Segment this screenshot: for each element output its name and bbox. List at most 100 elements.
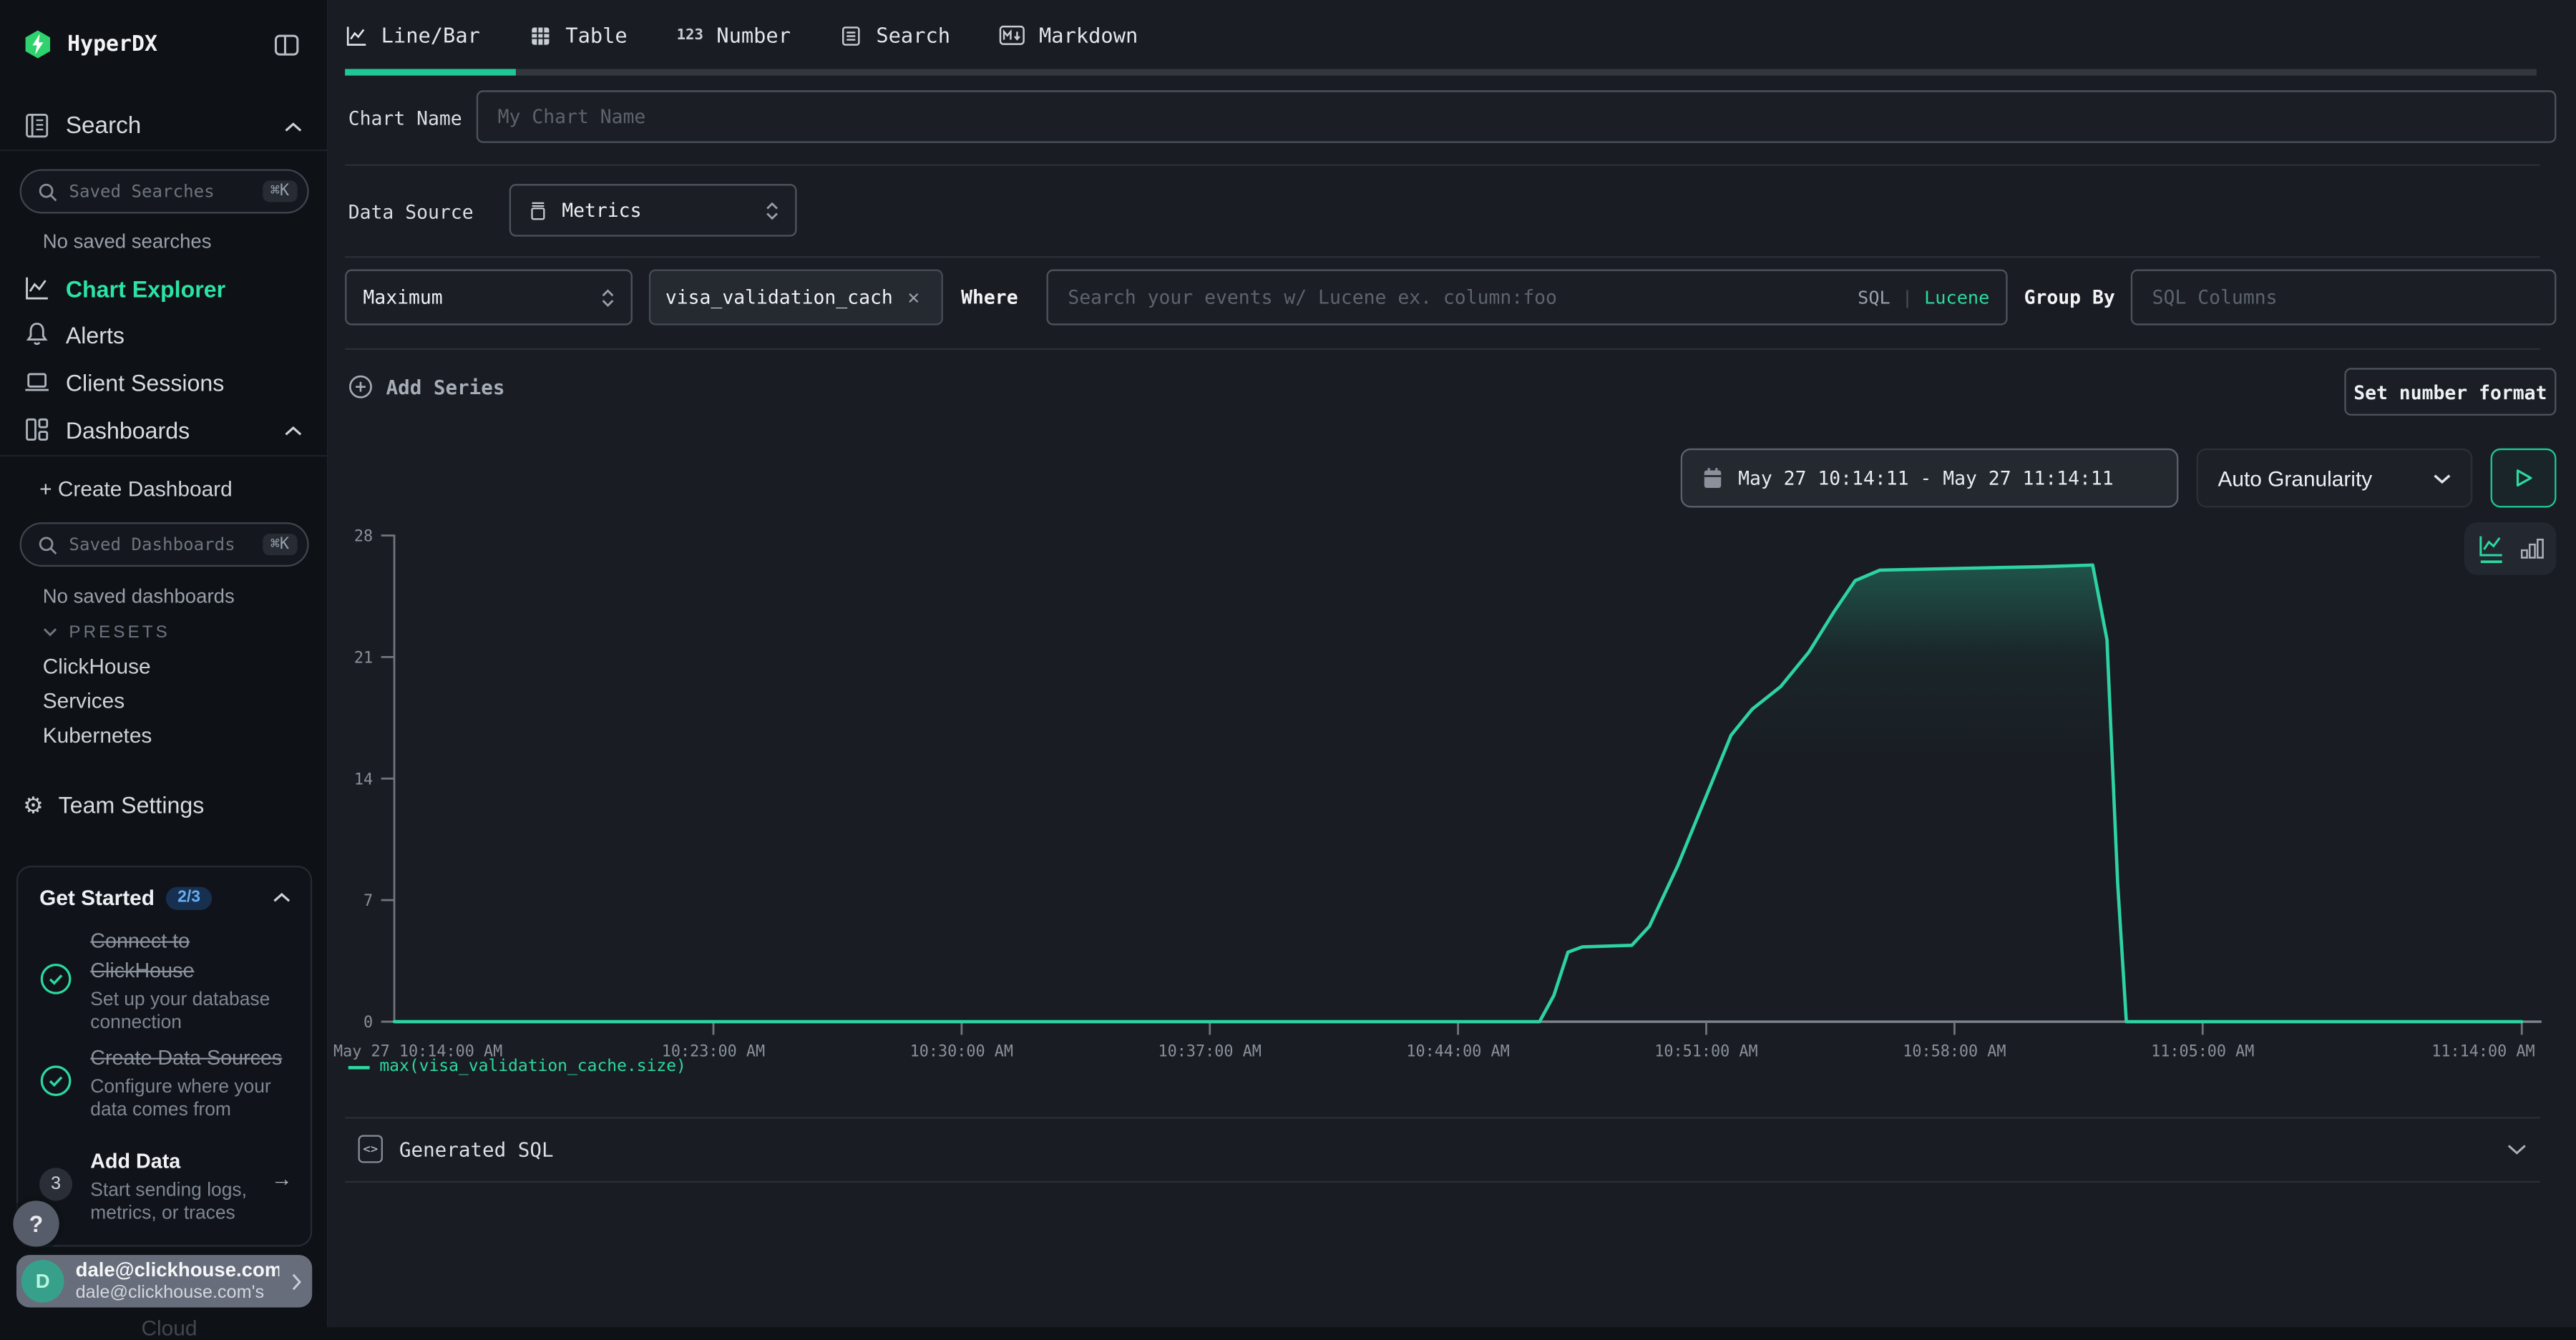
check-circle-icon — [39, 1043, 72, 1123]
chevron-up-icon[interactable] — [284, 122, 302, 133]
arrow-right-icon: → — [271, 1147, 293, 1227]
user-team: dale@clickhouse.com's — [76, 1283, 280, 1303]
step-subtitle: Configure where your data comes from — [90, 1076, 292, 1124]
tab-number[interactable]: 123 Number — [677, 23, 791, 47]
where-input-wrap: SQL | Lucene — [1047, 270, 2008, 326]
active-tab-indicator — [345, 69, 516, 74]
chevron-down-icon — [2507, 1143, 2527, 1155]
dashboards-icon — [23, 416, 51, 444]
lucene-mode-toggle[interactable]: Lucene — [1924, 287, 1989, 308]
user-menu[interactable]: D dale@clickhouse.com dale@clickhouse.co… — [16, 1255, 312, 1307]
create-dashboard-button[interactable]: + Create Dashboard — [39, 476, 233, 501]
step-title: Connect to ClickHouse — [90, 929, 194, 982]
tab-label: Number — [716, 23, 791, 47]
preset-kubernetes[interactable]: Kubernetes — [43, 723, 152, 747]
generated-sql-toggle[interactable]: <> Generated SQL — [345, 1117, 2540, 1181]
sidebar: HyperDX Search Saved Searches ⌘K No save… — [0, 0, 328, 1327]
svg-text:10:58:00 AM: 10:58:00 AM — [1903, 1042, 2006, 1060]
add-series-button[interactable]: Add Series — [348, 374, 505, 398]
svg-text:21: 21 — [354, 649, 373, 667]
get-started-step-add-data[interactable]: 3 Add Data Start sending logs, metrics, … — [39, 1147, 293, 1227]
tab-table[interactable]: Table — [530, 23, 628, 47]
sidebar-item-chart-explorer[interactable]: Chart Explorer — [23, 274, 225, 302]
date-range-picker[interactable]: May 27 10:14:11 - May 27 11:14:11 — [1681, 449, 2179, 508]
divider — [345, 1181, 2540, 1183]
chevron-down-icon — [43, 627, 58, 637]
database-icon — [527, 200, 549, 221]
chevron-up-icon[interactable] — [284, 426, 302, 437]
check-circle-icon — [39, 926, 72, 1037]
svg-text:28: 28 — [354, 528, 373, 546]
group-by-label: Group By — [2024, 285, 2115, 308]
circle-plus-icon — [348, 374, 373, 398]
view-tabbar: Line/Bar Table 123 Number Search — [345, 0, 1138, 71]
sidebar-item-team-settings[interactable]: ⚙ Team Settings — [23, 792, 204, 818]
chevron-down-icon — [2433, 472, 2451, 484]
metric-chip-label: visa_validation_cach — [665, 285, 893, 308]
data-source-select[interactable]: Metrics — [509, 184, 797, 236]
remove-metric-icon[interactable]: ✕ — [907, 285, 919, 308]
search-icon — [38, 534, 58, 554]
data-source-label: Data Source — [348, 200, 474, 223]
step-subtitle: Set up your database connection — [90, 989, 292, 1037]
help-button[interactable]: ? — [13, 1200, 59, 1246]
sql-mode-toggle[interactable]: SQL — [1858, 287, 1890, 308]
saved-dashboards-placeholder: Saved Dashboards — [69, 534, 250, 554]
chart-legend: max(visa_validation_cache.size) — [348, 1058, 686, 1076]
metric-chip[interactable]: visa_validation_cach ✕ — [649, 270, 943, 326]
divider — [0, 150, 328, 151]
sidebar-section-search[interactable]: Search — [23, 112, 141, 140]
where-input[interactable] — [1065, 284, 1845, 310]
tab-search[interactable]: Search — [840, 23, 950, 47]
divider — [0, 455, 328, 456]
granularity-select[interactable]: Auto Granularity — [2197, 449, 2473, 508]
hyperdx-logo-icon — [23, 29, 52, 59]
saved-searches-placeholder: Saved Searches — [69, 182, 250, 202]
get-started-step-connect[interactable]: Connect to ClickHouse Set up your databa… — [39, 926, 293, 1037]
get-started-title: Get Started — [39, 886, 155, 910]
get-started-step-sources[interactable]: Create Data Sources Configure where your… — [39, 1043, 293, 1123]
no-saved-searches-note: No saved searches — [43, 230, 212, 253]
sidebar-item-client-sessions[interactable]: Client Sessions — [23, 368, 224, 396]
team-settings-label: Team Settings — [59, 792, 205, 818]
divider — [345, 165, 2540, 166]
sidebar-item-label: Chart Explorer — [66, 275, 225, 302]
group-by-input[interactable] — [2149, 284, 2538, 310]
set-number-format-button[interactable]: Set number format — [2344, 368, 2556, 416]
preset-clickhouse[interactable]: ClickHouse — [43, 654, 151, 678]
chart-name-input-wrap — [477, 90, 2557, 142]
chart-explorer-icon — [23, 274, 51, 302]
tab-markdown[interactable]: Markdown — [1000, 23, 1138, 47]
sidebar-item-dashboards[interactable]: Dashboards — [23, 416, 190, 444]
granularity-value: Auto Granularity — [2218, 466, 2419, 490]
timeseries-chart[interactable]: 07142128May 27 10:14:00 AM10:23:00 AM10:… — [328, 517, 2576, 1062]
tab-line-bar[interactable]: Line/Bar — [345, 23, 480, 47]
legend-line-swatch — [348, 1065, 370, 1069]
hyperdx-app: HyperDX Search Saved Searches ⌘K No save… — [0, 0, 2576, 1327]
run-query-button[interactable] — [2491, 449, 2557, 508]
saved-dashboards-input[interactable]: Saved Dashboards ⌘K — [20, 522, 309, 567]
laptop-icon — [23, 368, 51, 396]
preset-services[interactable]: Services — [43, 688, 125, 713]
chart-name-label: Chart Name — [348, 107, 462, 129]
divider — [345, 348, 2540, 350]
journal-icon — [23, 112, 51, 140]
divider — [345, 256, 2540, 258]
chevron-up-icon[interactable] — [273, 892, 291, 904]
chart-name-input[interactable] — [494, 104, 2538, 130]
search-icon — [38, 182, 58, 202]
svg-text:14: 14 — [354, 771, 373, 788]
data-source-value: Metrics — [562, 199, 752, 222]
sidebar-item-alerts[interactable]: Alerts — [23, 321, 125, 348]
aggregation-select[interactable]: Maximum — [345, 270, 633, 326]
svg-text:11:14:00 AM: 11:14:00 AM — [2431, 1042, 2534, 1060]
sidebar-item-label: Alerts — [66, 321, 125, 348]
clipped-bottom-text: Cloud — [141, 1316, 197, 1340]
list-doc-icon — [840, 24, 863, 47]
presets-header[interactable]: PRESETS — [43, 622, 170, 642]
app-title: HyperDX — [67, 32, 157, 57]
tab-label: Table — [565, 23, 627, 47]
get-started-progress-badge: 2/3 — [166, 886, 212, 909]
saved-searches-input[interactable]: Saved Searches ⌘K — [20, 169, 309, 213]
collapse-sidebar-icon[interactable] — [273, 31, 301, 59]
